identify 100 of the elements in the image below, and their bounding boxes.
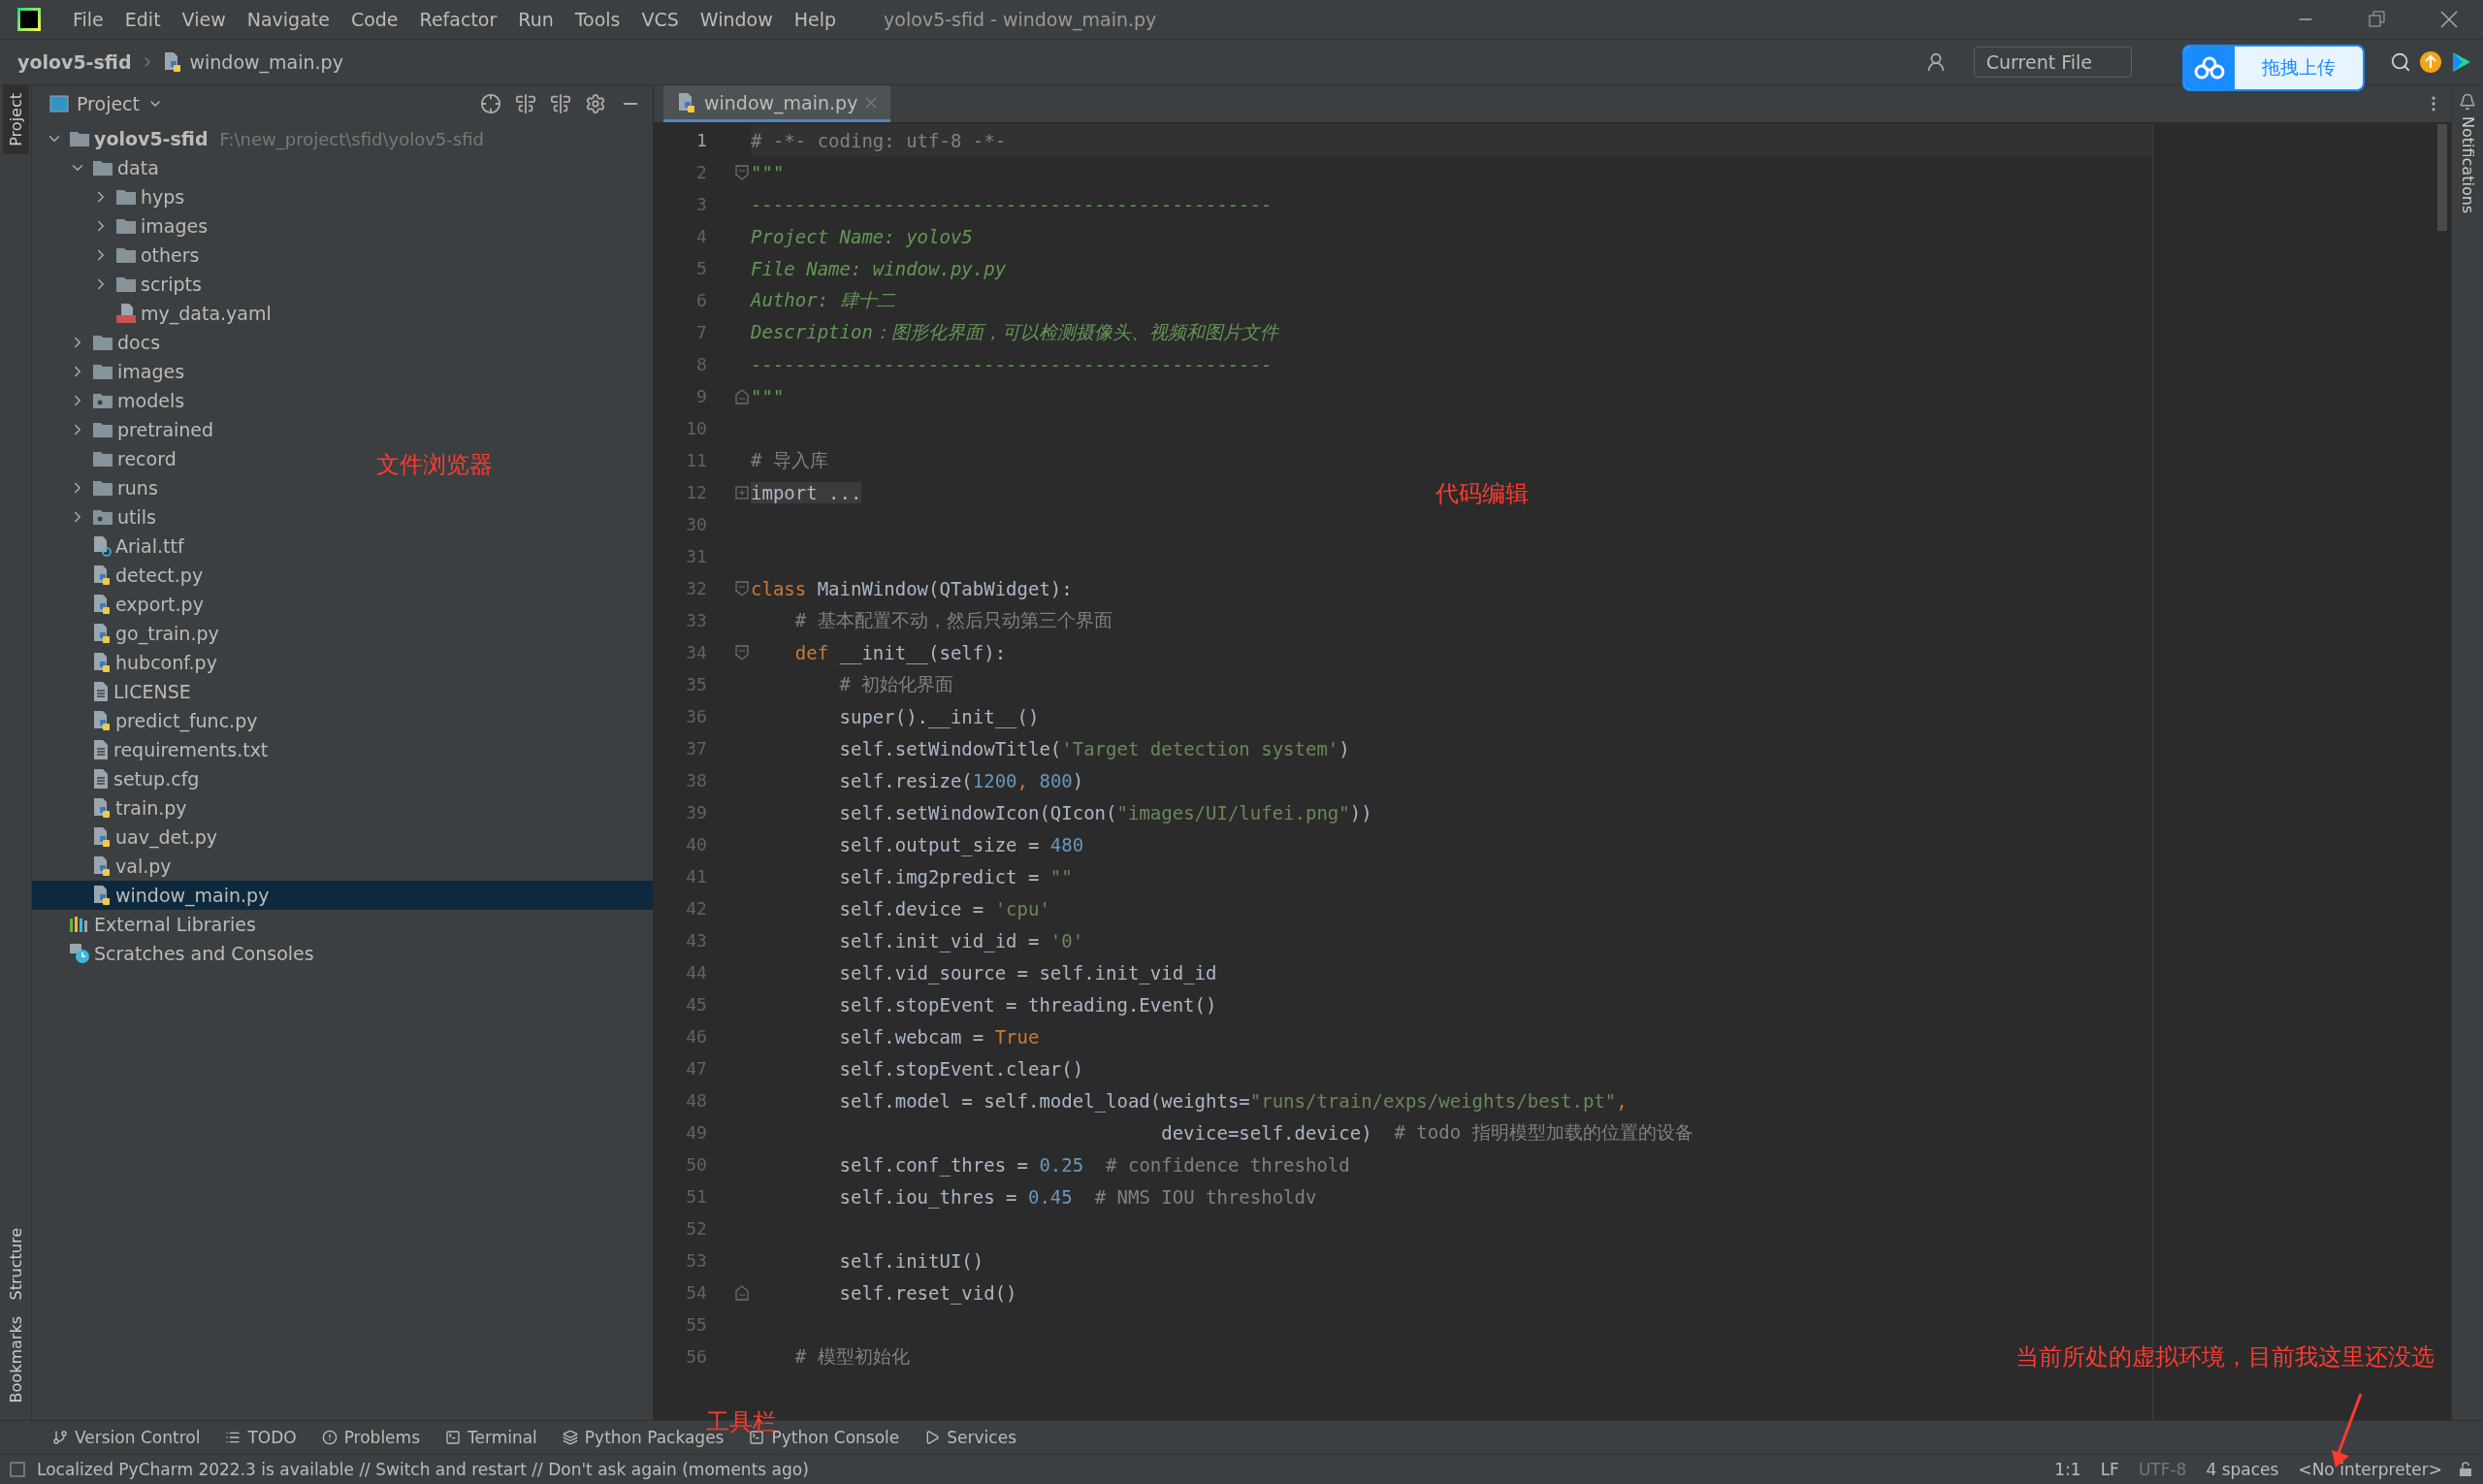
tool-window-tab[interactable]: Terminal — [435, 1428, 547, 1447]
bell-icon[interactable] — [2459, 93, 2476, 111]
tree-item[interactable]: images — [32, 357, 193, 386]
status-item[interactable]: 4 spaces — [2202, 1460, 2283, 1479]
menu-item[interactable]: Window — [691, 9, 782, 30]
menu-item[interactable]: Navigate — [238, 9, 339, 30]
fold-icon[interactable] — [735, 388, 749, 404]
menu-item[interactable]: Refactor — [410, 9, 506, 30]
tree-item[interactable]: runs — [32, 473, 166, 502]
tree-item[interactable]: go_train.py — [32, 619, 227, 648]
tree-item[interactable]: utils — [32, 502, 164, 532]
status-item[interactable]: 1:1 — [2050, 1460, 2085, 1479]
code-line: self.vid_source = self.init_vid_id — [838, 960, 1217, 986]
tree-item[interactable]: my_data.yaml — [32, 299, 279, 328]
status-item[interactable]: LF — [2096, 1460, 2123, 1479]
tool-window-tab[interactable]: Bookmarks — [2, 1307, 29, 1410]
tree-item[interactable]: detect.py — [32, 561, 211, 590]
tree-item[interactable]: External Libraries — [32, 910, 264, 939]
tool-window-tab[interactable]: Version Control — [43, 1428, 210, 1447]
status-item[interactable]: <No interpreter> — [2294, 1460, 2446, 1479]
line-number: 1 — [695, 130, 707, 150]
tree-item[interactable]: setup.cfg — [32, 764, 208, 793]
tree-item[interactable]: requirements.txt — [32, 735, 276, 764]
breadcrumb[interactable]: window_main.py — [189, 51, 343, 73]
line-number: 48 — [685, 1090, 707, 1111]
tree-item[interactable]: hyps — [32, 182, 193, 211]
tree-item[interactable]: data — [32, 153, 167, 182]
tree-item[interactable]: val.py — [32, 852, 179, 881]
tool-window-tab[interactable]: Structure — [2, 1220, 29, 1308]
status-message[interactable]: Localized PyCharm 2022.3 is available // Switch and restart // Don't ask again (moments ago) — [37, 1460, 2040, 1479]
lock-icon[interactable] — [2458, 1462, 2473, 1477]
restore-icon[interactable] — [2369, 11, 2386, 28]
package-folder-icon — [92, 392, 113, 409]
tree-item[interactable]: scripts — [32, 270, 210, 299]
menu-item[interactable]: View — [173, 9, 235, 30]
breadcrumb[interactable]: yolov5-sfid — [17, 51, 132, 73]
fold-icon[interactable] — [735, 644, 749, 661]
menu-item[interactable]: File — [64, 9, 113, 30]
code-line: """ — [751, 384, 785, 409]
code-line: self.reset_vid() — [838, 1280, 1017, 1307]
menu-item[interactable]: Help — [785, 9, 846, 30]
tree-item[interactable]: uav_det.py — [32, 823, 225, 852]
menu-item[interactable]: Code — [341, 9, 407, 30]
tree-item-label: requirements.txt — [113, 739, 269, 760]
menu-item[interactable]: Edit — [115, 9, 170, 30]
tree-item-label: pretrained — [117, 419, 214, 440]
update-icon[interactable] — [2419, 50, 2442, 74]
tree-item[interactable]: Arial.ttf — [32, 532, 192, 561]
fold-icon[interactable] — [735, 164, 749, 180]
tree-item[interactable]: pretrained — [32, 415, 222, 444]
tree-item[interactable]: record — [32, 444, 184, 473]
terminal-icon — [445, 1430, 461, 1445]
line-number: 35 — [685, 674, 707, 694]
line-number: 47 — [685, 1058, 707, 1079]
tool-window-tab[interactable]: Notifications — [2458, 116, 2477, 214]
locate-icon[interactable] — [480, 93, 501, 114]
tree-item[interactable]: docs — [32, 328, 169, 357]
tree-item[interactable]: window_main.py — [32, 881, 653, 910]
tree-item[interactable]: LICENSE — [32, 677, 199, 706]
line-number: 4 — [695, 226, 707, 246]
close-icon[interactable] — [2440, 11, 2458, 28]
tool-window-tab[interactable]: TODO — [215, 1428, 306, 1447]
menu-item[interactable]: VCS — [632, 9, 688, 30]
code-line: Project Name: yolov5 — [751, 224, 973, 249]
tree-item-label: detect.py — [115, 565, 204, 586]
fold-icon[interactable] — [735, 580, 749, 597]
folder-icon — [115, 217, 137, 235]
scratches-icon — [69, 943, 90, 964]
expand-all-icon[interactable] — [515, 93, 536, 114]
tree-item[interactable]: hubconf.py — [32, 648, 225, 677]
tree-item[interactable]: models — [32, 386, 193, 415]
tree-item[interactable]: images — [32, 211, 216, 241]
panel-toggle-icon[interactable] — [10, 1462, 25, 1477]
tool-window-tab[interactable]: Project — [2, 85, 29, 154]
search-icon[interactable] — [2390, 51, 2411, 73]
editor-tab[interactable]: window_main.py — [663, 85, 891, 122]
project-view-dropdown[interactable]: Project — [44, 92, 169, 115]
line-number: 30 — [685, 514, 707, 534]
code-line: self.resize(1200, 800) — [838, 768, 1084, 793]
tree-item[interactable]: predict_func.py — [32, 706, 266, 735]
collapse-all-icon[interactable] — [550, 93, 571, 114]
window-icon — [49, 95, 69, 113]
tree-item[interactable]: export.py — [32, 590, 211, 619]
scrollbar[interactable] — [2437, 124, 2447, 231]
annotation-label: 文件浏览器 — [376, 450, 493, 480]
settings-icon[interactable] — [585, 93, 606, 114]
tool-window-tab[interactable]: Problems — [311, 1428, 430, 1447]
line-number: 38 — [685, 770, 707, 790]
tree-item[interactable]: yolov5-sfid F:\new_project\sfid\yolov5-sfid — [32, 124, 492, 153]
fold-icon[interactable] — [735, 1284, 749, 1301]
run-config-dropdown[interactable]: Current File — [1973, 47, 2132, 78]
tree-item[interactable]: Scratches and Consoles — [32, 939, 322, 968]
upload-widget[interactable]: 拖拽上传 — [2182, 45, 2365, 91]
menu-item[interactable]: Run — [509, 9, 563, 30]
tool-window-tab[interactable]: Services — [915, 1428, 1026, 1447]
folder-icon — [92, 159, 113, 177]
code-line: # 初始化界面 — [838, 671, 954, 696]
menu-item[interactable]: Tools — [565, 9, 629, 30]
tree-item[interactable]: others — [32, 241, 208, 270]
tree-item[interactable]: train.py — [32, 793, 195, 823]
